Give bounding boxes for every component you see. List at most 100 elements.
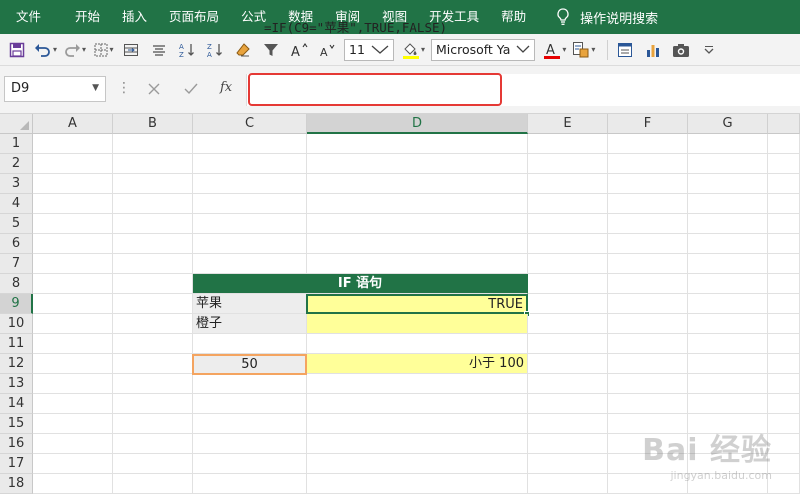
grid-cell[interactable] xyxy=(193,394,307,414)
customize-toolbar-button[interactable] xyxy=(698,37,720,63)
undo-button[interactable]: ▾ xyxy=(34,37,57,63)
grid-cell[interactable] xyxy=(33,214,113,234)
grid-cell[interactable] xyxy=(33,294,113,314)
name-box[interactable]: D9 ▼ xyxy=(4,76,106,102)
insert-function-button[interactable]: fx xyxy=(220,80,232,95)
grid-cell[interactable] xyxy=(528,174,608,194)
grid-cell[interactable] xyxy=(768,434,800,454)
grid-cell[interactable] xyxy=(528,314,608,334)
grid-cell[interactable] xyxy=(193,254,307,274)
row-header-4[interactable]: 4 xyxy=(0,194,33,214)
font-grow-button[interactable]: A xyxy=(288,37,310,63)
grid-cell[interactable] xyxy=(307,454,528,474)
grid-cell[interactable] xyxy=(688,274,768,294)
grid-cell[interactable] xyxy=(193,174,307,194)
merge-button[interactable] xyxy=(120,37,142,63)
grid-cell[interactable] xyxy=(193,374,307,394)
grid-cell[interactable] xyxy=(768,314,800,334)
cell-d12[interactable]: 小于 100 xyxy=(307,354,528,374)
grid-cell[interactable] xyxy=(608,134,688,154)
grid-cell[interactable] xyxy=(33,274,113,294)
form-button[interactable] xyxy=(614,37,636,63)
grid-cell[interactable] xyxy=(193,194,307,214)
sort-desc-button[interactable]: ZA xyxy=(204,37,226,63)
grid-cell[interactable] xyxy=(768,174,800,194)
row-header-13[interactable]: 13 xyxy=(0,374,33,394)
borders-button[interactable]: ▾ xyxy=(92,37,114,63)
grid-cell[interactable] xyxy=(33,314,113,334)
grid-cell[interactable] xyxy=(33,254,113,274)
grid-cell[interactable] xyxy=(608,314,688,334)
grid-cell[interactable] xyxy=(768,214,800,234)
grid-cell[interactable] xyxy=(528,154,608,174)
font-shrink-button[interactable]: A xyxy=(316,37,338,63)
grid-cell[interactable] xyxy=(307,154,528,174)
save-button[interactable] xyxy=(6,37,28,63)
grid-cell[interactable] xyxy=(768,334,800,354)
table-header-cell[interactable]: IF 语句 xyxy=(193,274,528,294)
row-header-3[interactable]: 3 xyxy=(0,174,33,194)
name-box-caret-icon[interactable]: ▼ xyxy=(92,83,99,93)
cell-c9[interactable]: 苹果 xyxy=(193,294,307,314)
formula-bar-resize-handle[interactable]: ⋮ xyxy=(117,80,131,96)
grid-cell[interactable] xyxy=(113,354,193,374)
grid-cell[interactable] xyxy=(113,154,193,174)
grid-cell[interactable] xyxy=(307,254,528,274)
grid-cell[interactable] xyxy=(608,214,688,234)
grid-cell[interactable] xyxy=(528,394,608,414)
clear-button[interactable] xyxy=(232,37,254,63)
grid-cell[interactable] xyxy=(528,134,608,154)
grid-cell[interactable] xyxy=(33,394,113,414)
grid-cell[interactable] xyxy=(768,194,800,214)
grid-cell[interactable] xyxy=(768,414,800,434)
grid-cell[interactable] xyxy=(307,474,528,494)
grid-cell[interactable] xyxy=(193,154,307,174)
grid-cell[interactable] xyxy=(688,174,768,194)
column-header-h[interactable] xyxy=(768,114,800,134)
grid-cell[interactable] xyxy=(528,354,608,374)
column-header-f[interactable]: F xyxy=(608,114,688,134)
grid-cell[interactable] xyxy=(33,354,113,374)
grid-cell[interactable] xyxy=(307,194,528,214)
row-header-15[interactable]: 15 xyxy=(0,414,33,434)
format-painter-button[interactable]: ▾ xyxy=(572,37,595,63)
grid-cell[interactable] xyxy=(688,314,768,334)
cell-d9[interactable]: TRUE xyxy=(306,294,528,314)
row-header-14[interactable]: 14 xyxy=(0,394,33,414)
grid-cell[interactable] xyxy=(608,374,688,394)
grid-cell[interactable] xyxy=(113,374,193,394)
row-header-8[interactable]: 8 xyxy=(0,274,33,294)
row-header-10[interactable]: 10 xyxy=(0,314,33,334)
sort-asc-button[interactable]: AZ xyxy=(176,37,198,63)
grid-cell[interactable] xyxy=(528,234,608,254)
grid-cell[interactable] xyxy=(193,434,307,454)
grid-cell[interactable] xyxy=(688,374,768,394)
grid-cell[interactable] xyxy=(528,414,608,434)
row-header-9[interactable]: 9 xyxy=(0,294,33,314)
grid-cell[interactable] xyxy=(768,134,800,154)
grid-cell[interactable] xyxy=(768,234,800,254)
grid-cell[interactable] xyxy=(113,214,193,234)
grid-cell[interactable] xyxy=(193,134,307,154)
grid-cell[interactable] xyxy=(307,174,528,194)
grid-cell[interactable] xyxy=(113,334,193,354)
grid-cell[interactable] xyxy=(113,314,193,334)
grid-cell[interactable] xyxy=(528,294,608,314)
camera-button[interactable] xyxy=(670,37,692,63)
row-header-17[interactable]: 17 xyxy=(0,454,33,474)
row-header-16[interactable]: 16 xyxy=(0,434,33,454)
tab-help[interactable]: 帮助 xyxy=(493,0,534,34)
grid-cell[interactable] xyxy=(768,374,800,394)
grid-cell[interactable] xyxy=(528,194,608,214)
column-header-c[interactable]: C xyxy=(193,114,307,134)
grid-cell[interactable] xyxy=(33,454,113,474)
row-header-1[interactable]: 1 xyxy=(0,134,33,154)
grid-cell[interactable] xyxy=(307,374,528,394)
grid-cell[interactable] xyxy=(688,294,768,314)
grid-cell[interactable] xyxy=(608,394,688,414)
grid-cell[interactable] xyxy=(608,274,688,294)
grid-cell[interactable] xyxy=(608,234,688,254)
grid-cell[interactable] xyxy=(33,234,113,254)
grid-cell[interactable] xyxy=(33,474,113,494)
grid-cell[interactable] xyxy=(688,394,768,414)
